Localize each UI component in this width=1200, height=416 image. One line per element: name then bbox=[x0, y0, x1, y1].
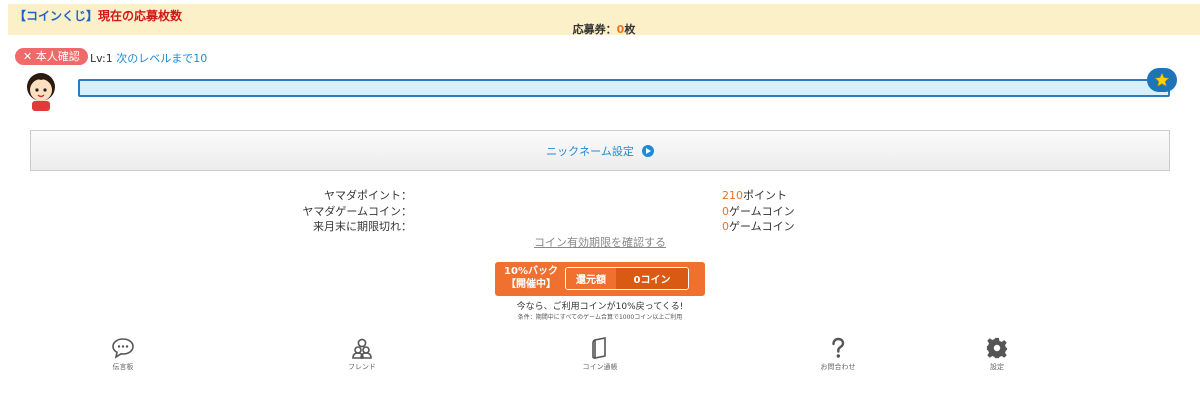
contact-button[interactable]: お問合わせ bbox=[793, 337, 883, 372]
cashback-amount: 還元額 0コイン bbox=[565, 267, 689, 290]
cashback-campaign[interactable]: 10%バック 【開催中】 還元額 0コイン bbox=[495, 262, 705, 296]
expiring-coin-value: 0ゲームコイン bbox=[722, 218, 795, 234]
avatar bbox=[27, 73, 55, 111]
level-value: Lv:1 bbox=[90, 52, 113, 65]
expiring-coin-label: 来月末に期限切れ： bbox=[313, 220, 412, 233]
cashback-condition: 条件：期間中にすべてのゲーム合算で1000コイン以上ご利用 bbox=[517, 314, 683, 321]
cashback-status: 【開催中】 bbox=[506, 279, 556, 290]
friends-icon bbox=[352, 338, 372, 359]
game-coin-value: 0ゲームコイン bbox=[722, 203, 795, 219]
ticket-unit: 枚 bbox=[624, 23, 636, 36]
game-coin-number: 0 bbox=[722, 205, 729, 218]
friends-label: フレンド bbox=[348, 363, 376, 371]
contact-label: お問合わせ bbox=[820, 363, 856, 371]
ticket-count: 応募券：0枚 bbox=[8, 21, 1200, 37]
question-icon bbox=[832, 337, 845, 358]
yamada-point-label: ヤマダポイント： bbox=[324, 189, 412, 202]
cashback-title: 10%バック bbox=[504, 266, 558, 277]
level-info: Lv:1 次のレベルまで10 bbox=[90, 50, 207, 66]
cashback-amount-value: 0コイン bbox=[616, 268, 688, 289]
next-level-text: 次のレベルまで10 bbox=[116, 52, 208, 65]
coin-lottery-banner: 【コインくじ】現在の応募枚数 応募券：0枚 bbox=[8, 4, 1200, 37]
coin-expiry-link[interactable]: コイン有効期限を確認する bbox=[500, 234, 700, 250]
settings-label: 設定 bbox=[990, 363, 1004, 371]
yamada-point-unit: ポイント bbox=[743, 189, 787, 202]
message-board-label: 伝言板 bbox=[112, 363, 134, 371]
coin-passbook-button[interactable]: コイン通帳 bbox=[555, 337, 645, 372]
coin-passbook-label: コイン通帳 bbox=[582, 363, 618, 371]
identity-verify-badge[interactable]: ✕ 本人確認 bbox=[15, 48, 88, 65]
cashback-campaign-label: 10%バック 【開催中】 bbox=[499, 265, 563, 291]
gear-icon bbox=[986, 337, 1008, 359]
yamada-point-value: 210ポイント bbox=[722, 187, 787, 203]
ticket-label: 応募券： bbox=[572, 23, 617, 36]
expiring-coin-number: 0 bbox=[722, 220, 729, 233]
friends-button[interactable]: フレンド bbox=[317, 337, 407, 372]
expiring-coin-unit: ゲームコイン bbox=[729, 220, 795, 233]
passbook-icon bbox=[592, 337, 606, 359]
level-progress-bar bbox=[78, 79, 1170, 97]
nickname-setting-button[interactable]: ニックネーム設定 bbox=[30, 130, 1170, 171]
play-arrow-icon bbox=[641, 144, 654, 157]
nickname-setting-label: ニックネーム設定 bbox=[546, 144, 634, 158]
cashback-amount-label: 還元額 bbox=[566, 268, 616, 289]
chat-bubble-icon bbox=[112, 338, 134, 359]
cashback-message: 今なら、ご利用コインが10%戻ってくる! bbox=[516, 302, 684, 312]
message-board-button[interactable]: 伝言板 bbox=[78, 337, 168, 372]
yamada-point-number: 210 bbox=[722, 189, 743, 202]
settings-button[interactable]: 設定 bbox=[952, 337, 1042, 372]
game-coin-unit: ゲームコイン bbox=[729, 205, 795, 218]
game-coin-label: ヤマダゲームコイン： bbox=[302, 205, 412, 218]
star-icon bbox=[1147, 68, 1177, 92]
